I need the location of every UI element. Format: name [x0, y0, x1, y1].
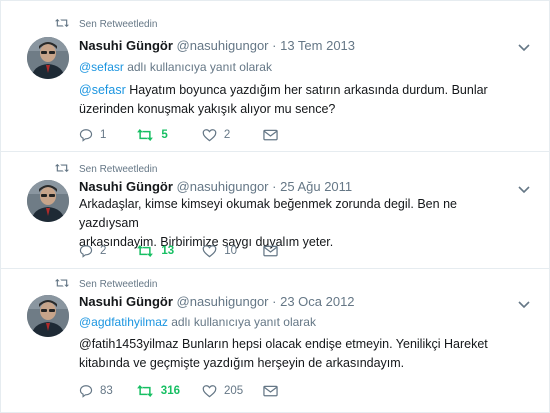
reply-mention-link[interactable]: @agdfatihyilmaz — [79, 315, 168, 329]
reply-context-label: adlı kullanıcıya yanıt olarak — [171, 315, 316, 329]
tweet-text-line: kitabında ve geçmişte yazdığım herşeyin … — [79, 356, 405, 370]
author-handle[interactable]: @nasuhigungor — [177, 294, 269, 309]
tweet[interactable]: Sen Retweetledin Nasuhi Güngör @nasuhigu… — [1, 1, 549, 152]
tweet-actions: 1 5 2 — [79, 126, 278, 144]
reply-icon — [79, 244, 93, 258]
like-count: 2 — [223, 129, 231, 141]
tweet-header: Nasuhi Güngör @nasuhigungor · 25 Ağu 201… — [79, 179, 509, 195]
like-button[interactable]: 10 — [202, 244, 237, 258]
reply-icon — [79, 384, 93, 398]
retweet-context: Sen Retweetledin — [53, 162, 157, 176]
tweet-actions: 83 316 205 — [79, 382, 278, 400]
heart-icon — [202, 384, 217, 398]
tweet-text-line: Hayatım boyunca yazdığım her satırın ark… — [125, 83, 488, 97]
reply-icon — [79, 128, 93, 142]
avatar[interactable] — [27, 37, 69, 79]
separator-dot: · — [272, 38, 277, 53]
separator-dot: · — [272, 179, 277, 194]
tweet[interactable]: Sen Retweetledin Nasuhi Güngör @nasuhigu… — [1, 152, 549, 269]
reply-count: 2 — [100, 245, 107, 257]
retweet-count: 13 — [161, 245, 175, 257]
like-button[interactable]: 2 — [202, 128, 230, 142]
tweet-date[interactable]: 25 Ağu 2011 — [280, 179, 352, 194]
tweet-text: @sefasr Hayatım boyunca yazdığım her sat… — [79, 81, 519, 119]
retweet-count: 316 — [160, 385, 180, 397]
tweet-feed: Sen Retweetledin Nasuhi Güngör @nasuhigu… — [0, 0, 550, 413]
retweet-icon — [136, 244, 154, 258]
envelope-icon — [263, 129, 278, 141]
author-name[interactable]: Nasuhi Güngör — [79, 38, 173, 53]
reply-context: @agdfatihyilmaz adlı kullanıcıya yanıt o… — [79, 315, 316, 330]
message-button[interactable] — [263, 385, 278, 397]
reply-button[interactable]: 1 — [79, 128, 106, 142]
message-button[interactable] — [263, 245, 278, 257]
retweet-context: Sen Retweetledin — [53, 17, 157, 31]
like-button[interactable]: 205 — [202, 384, 243, 398]
avatar[interactable] — [27, 180, 69, 222]
reply-mention-link[interactable]: @sefasr — [79, 60, 124, 74]
retweet-button[interactable]: 316 — [136, 384, 180, 398]
retweet-context-label: Sen Retweetledin — [79, 163, 158, 175]
retweet-icon — [136, 128, 154, 142]
tweet-text-line: Arkadaşlar, kimse kimseyi okumak beğenme… — [79, 197, 457, 230]
retweet-button[interactable]: 5 — [136, 128, 168, 142]
reply-button[interactable]: 83 — [79, 384, 113, 398]
chevron-down-icon[interactable] — [517, 297, 531, 311]
retweet-button[interactable]: 13 — [136, 244, 174, 258]
author-name[interactable]: Nasuhi Güngör — [79, 179, 173, 194]
retweet-context-label: Sen Retweetledin — [79, 18, 158, 30]
retweet-small-icon — [55, 163, 71, 176]
tweet-text-line: @fatih1453yilmaz Bunların hepsi olacak e… — [79, 337, 488, 351]
retweet-small-icon — [55, 18, 71, 31]
retweet-context: Sen Retweetledin — [53, 277, 157, 291]
reply-context: @sefasr adlı kullanıcıya yanıt olarak — [79, 60, 272, 75]
tweet[interactable]: Sen Retweetledin Nasuhi Güngör @nasuhigu… — [1, 269, 549, 413]
message-button[interactable] — [263, 129, 278, 141]
retweet-icon — [136, 384, 154, 398]
separator-dot: · — [272, 294, 277, 309]
avatar[interactable] — [27, 295, 69, 337]
tweet-header: Nasuhi Güngör @nasuhigungor · 23 Oca 201… — [79, 294, 509, 310]
tweet-text: @fatih1453yilmaz Bunların hepsi olacak e… — [79, 335, 519, 373]
reply-button[interactable]: 2 — [79, 244, 106, 258]
retweet-count: 5 — [161, 129, 168, 141]
tweet-date[interactable]: 13 Tem 2013 — [280, 38, 355, 53]
reply-context-label: adlı kullanıcıya yanıt olarak — [127, 60, 272, 74]
like-count: 205 — [223, 385, 244, 397]
retweet-small-icon — [55, 278, 71, 291]
reply-count: 1 — [100, 129, 107, 141]
retweet-context-label: Sen Retweetledin — [79, 278, 158, 290]
chevron-down-icon[interactable] — [517, 182, 531, 196]
tweet-header: Nasuhi Güngör @nasuhigungor · 13 Tem 201… — [79, 38, 509, 54]
reply-count: 83 — [100, 385, 113, 397]
author-name[interactable]: Nasuhi Güngör — [79, 294, 173, 309]
envelope-icon — [263, 385, 278, 397]
heart-icon — [202, 244, 217, 258]
tweet-actions: 2 13 10 — [79, 242, 278, 260]
author-handle[interactable]: @nasuhigungor — [177, 179, 269, 194]
tweet-date[interactable]: 23 Oca 2012 — [280, 294, 354, 309]
tweet-text-line: üzerinden konuşmak yakışık alıyor mu sen… — [79, 102, 336, 116]
envelope-icon — [263, 245, 278, 257]
chevron-down-icon[interactable] — [517, 40, 531, 54]
author-handle[interactable]: @nasuhigungor — [177, 38, 269, 53]
like-count: 10 — [224, 245, 237, 257]
heart-icon — [202, 128, 217, 142]
mention-link[interactable]: @sefasr — [79, 83, 126, 97]
